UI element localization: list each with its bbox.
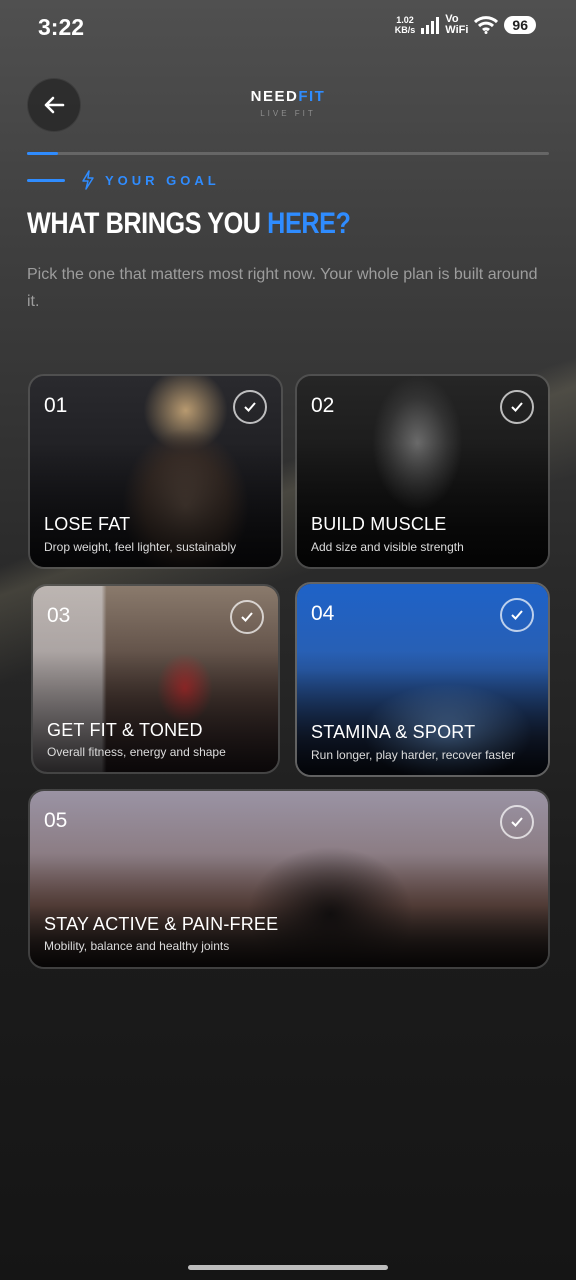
app-logo: NEEDFIT LIVE FIT [0, 88, 576, 118]
check-icon [230, 600, 264, 634]
net-speed: 1.02 KB/s [394, 15, 416, 35]
section-label: YOUR GOAL [27, 170, 220, 190]
status-bar: 3:22 1.02 KB/s Vo WiFi 96 [0, 0, 576, 56]
progress-fill [27, 152, 59, 155]
card-number: 01 [44, 394, 68, 417]
card-subtitle: Mobility, balance and healthy joints [44, 939, 230, 953]
card-subtitle: Overall fitness, energy and shape [47, 745, 226, 759]
check-icon [233, 390, 267, 424]
wifi-icon [474, 16, 499, 34]
goal-card-stay-active[interactable]: 05 STAY ACTIVE & PAIN-FREE Mobility, bal… [28, 789, 550, 969]
card-title: BUILD MUSCLE [311, 514, 447, 534]
onboarding-progress [27, 152, 549, 155]
check-icon [500, 598, 534, 632]
card-title: STAY ACTIVE & PAIN-FREE [44, 914, 279, 934]
home-indicator[interactable] [188, 1265, 388, 1270]
accent-dash [27, 178, 65, 182]
goal-card-stamina-sport[interactable]: 04 STAMINA & SPORT Run longer, play hard… [295, 582, 550, 777]
lightning-icon [82, 170, 94, 190]
card-subtitle: Run longer, play harder, recover faster [311, 748, 516, 762]
card-number: 02 [311, 394, 335, 417]
page-title: WHAT BRINGS YOU HERE? [27, 207, 351, 240]
card-title: STAMINA & SPORT [311, 722, 476, 742]
card-title: LOSE FAT [44, 514, 131, 534]
status-icons: 1.02 KB/s Vo WiFi 96 [395, 14, 536, 36]
card-subtitle: Drop weight, feel lighter, sustainably [44, 540, 237, 554]
goal-card-build-muscle[interactable]: 02 BUILD MUSCLE Add size and visible str… [295, 374, 550, 569]
card-number: 03 [47, 604, 71, 627]
signal-icon [421, 16, 440, 34]
card-number: 05 [44, 809, 68, 832]
card-title: GET FIT & TONED [47, 720, 203, 740]
goal-card-get-fit-toned[interactable]: 03 GET FIT & TONED Overall fitness, ener… [31, 584, 280, 774]
card-subtitle: Add size and visible strength [311, 540, 464, 554]
check-icon [500, 805, 534, 839]
battery-indicator: 96 [504, 16, 536, 34]
logo-tagline: LIVE FIT [260, 109, 316, 118]
check-icon [500, 390, 534, 424]
goal-card-lose-fat[interactable]: 01 LOSE FAT Drop weight, feel lighter, s… [28, 374, 283, 569]
status-time: 3:22 [38, 14, 85, 40]
vowifi-indicator: Vo WiFi [445, 13, 469, 36]
page-description: Pick the one that matters most right now… [27, 266, 538, 310]
card-number: 04 [311, 602, 335, 625]
